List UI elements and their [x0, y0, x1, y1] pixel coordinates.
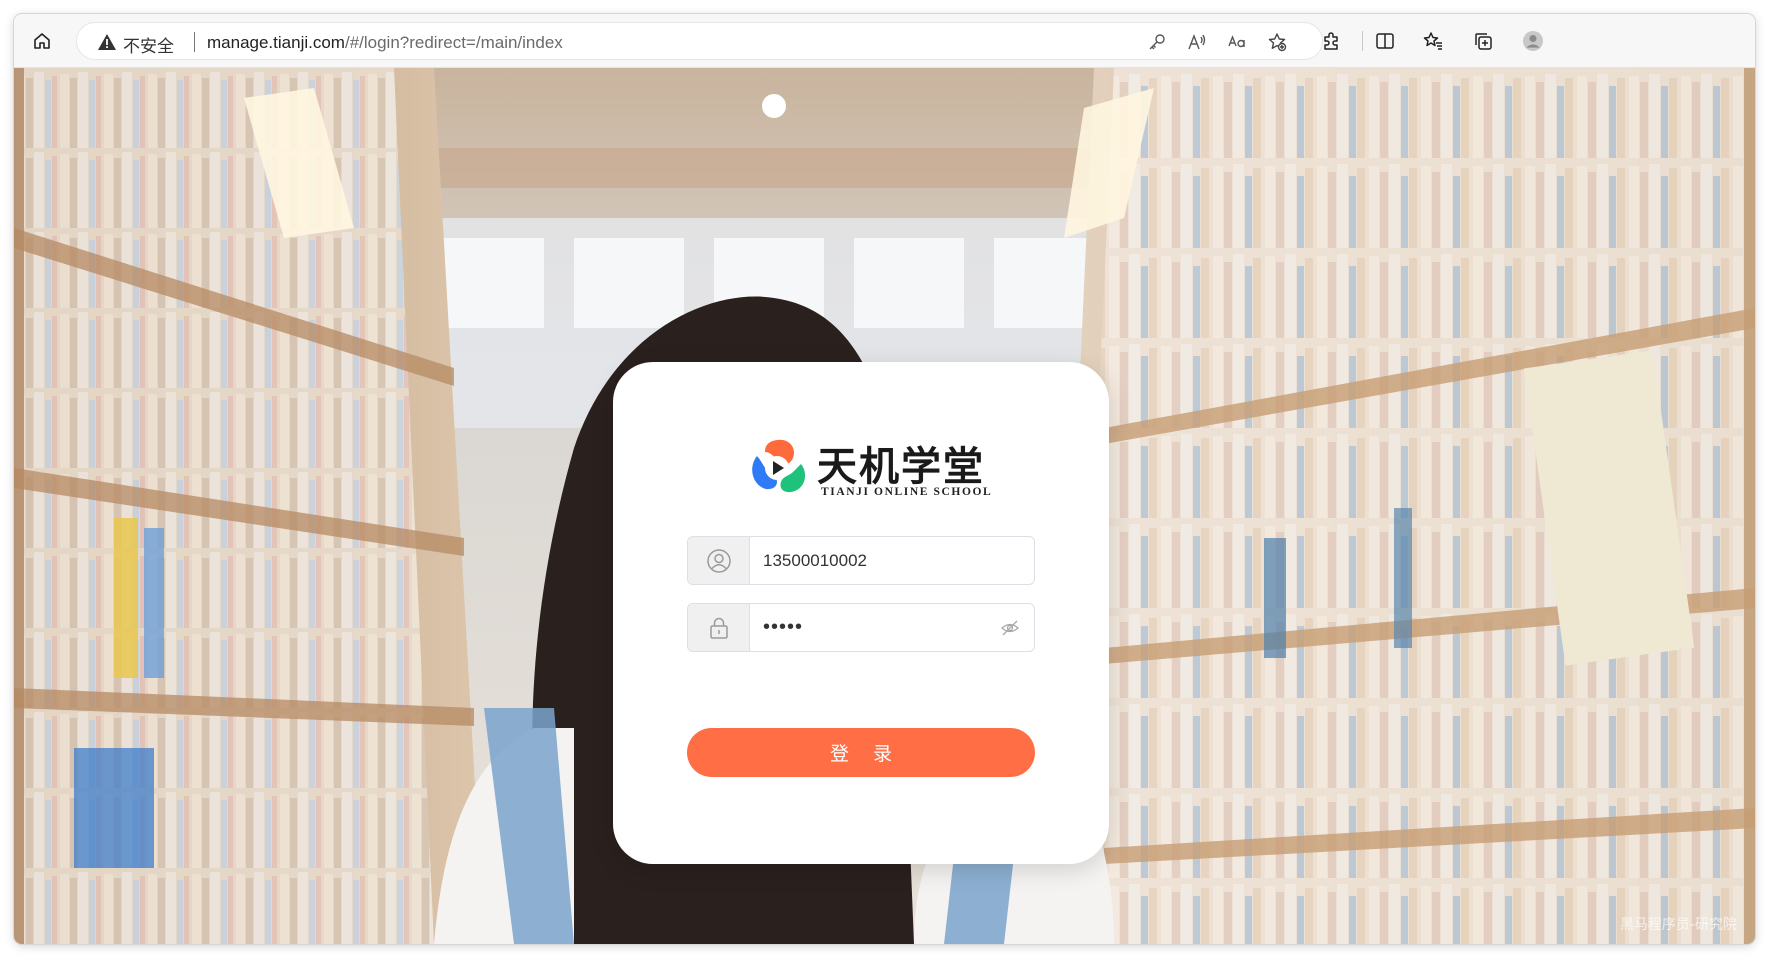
brand-name-en: TIANJI ONLINE SCHOOL — [821, 486, 993, 498]
password-field — [687, 603, 1035, 652]
login-card: 天机学堂 TIANJI ONLINE SCHOOL 登 录 — [613, 362, 1109, 864]
user-icon — [688, 537, 750, 584]
brand-logo: 天机学堂 TIANJI ONLINE SCHOOL — [743, 434, 991, 500]
home-icon[interactable] — [27, 26, 57, 56]
hide-password-icon[interactable] — [1000, 618, 1020, 638]
profile-avatar[interactable] — [1518, 26, 1548, 56]
password-input[interactable] — [750, 604, 1034, 651]
tianji-logo-icon — [752, 439, 806, 493]
security-label[interactable]: 不安全 — [123, 32, 174, 57]
address-bar[interactable]: 不安全 manage.tianji.com/#/login?redirect=/… — [76, 22, 1323, 60]
page-viewport: 天机学堂 TIANJI ONLINE SCHOOL 登 录 黑马程序员-研究院 — [14, 68, 1755, 944]
read-aloud-icon[interactable] — [1185, 30, 1209, 54]
extensions-icon[interactable] — [1316, 26, 1346, 56]
url-host: manage.tianji.com — [207, 33, 345, 52]
brand-name-cn: 天机学堂 — [817, 443, 985, 490]
browser-toolbar: 不安全 manage.tianji.com/#/login?redirect=/… — [14, 14, 1755, 68]
split-screen-icon[interactable] — [1370, 26, 1400, 56]
url-text[interactable]: manage.tianji.com/#/login?redirect=/main… — [207, 33, 563, 53]
watermark-text: 黑马程序员-研究院 — [1619, 917, 1737, 933]
warning-icon[interactable] — [97, 32, 117, 52]
lock-icon — [688, 604, 750, 651]
key-icon[interactable] — [1145, 30, 1169, 54]
browser-window: 不安全 manage.tianji.com/#/login?redirect=/… — [14, 14, 1755, 944]
add-favorite-icon[interactable] — [1265, 30, 1289, 54]
login-button[interactable]: 登 录 — [687, 728, 1035, 777]
address-separator — [194, 32, 195, 52]
translate-icon[interactable] — [1225, 30, 1249, 54]
favorites-icon[interactable] — [1418, 26, 1448, 56]
url-path: /#/login?redirect=/main/index — [344, 33, 563, 52]
username-field — [687, 536, 1035, 585]
collections-icon[interactable] — [1468, 26, 1498, 56]
toolbar-divider — [1362, 31, 1363, 51]
username-input[interactable] — [750, 537, 1034, 584]
